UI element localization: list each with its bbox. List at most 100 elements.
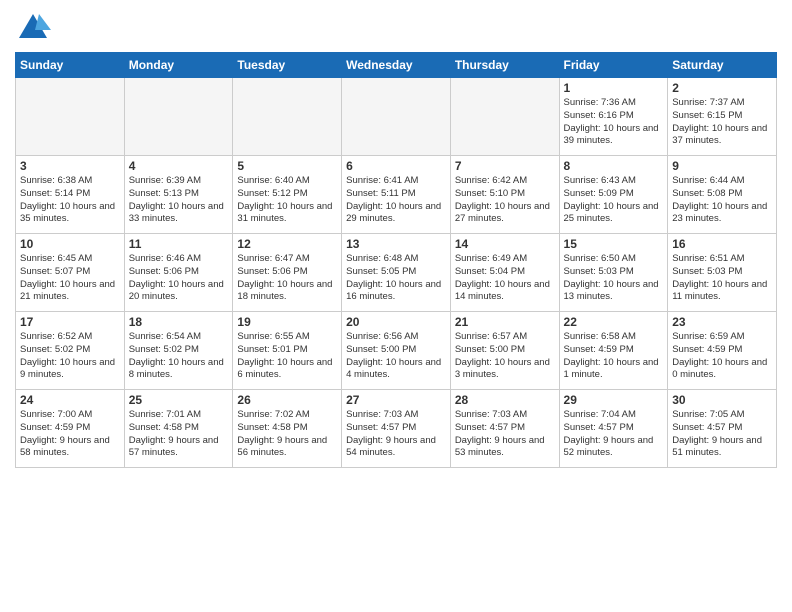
day-info: Sunrise: 6:46 AM Sunset: 5:06 PM Dayligh… (129, 253, 229, 304)
calendar-cell: 3 Sunrise: 6:38 AM Sunset: 5:14 PM Daylig… (16, 156, 125, 234)
calendar-cell: 20 Sunrise: 6:56 AM Sunset: 5:00 PM Dayli… (342, 312, 451, 390)
day-number: 3 (20, 159, 120, 173)
calendar-cell: 29 Sunrise: 7:04 AM Sunset: 4:57 PM Dayli… (559, 390, 668, 468)
calendar-table: SundayMondayTuesdayWednesdayThursdayFrid… (15, 52, 777, 468)
calendar-cell (342, 78, 451, 156)
logo (15, 10, 55, 46)
day-number: 7 (455, 159, 555, 173)
day-info: Sunrise: 6:43 AM Sunset: 5:09 PM Dayligh… (564, 175, 664, 226)
day-info: Sunrise: 6:48 AM Sunset: 5:05 PM Dayligh… (346, 253, 446, 304)
calendar-cell: 19 Sunrise: 6:55 AM Sunset: 5:01 PM Dayli… (233, 312, 342, 390)
day-info: Sunrise: 6:59 AM Sunset: 4:59 PM Dayligh… (672, 331, 772, 382)
day-info: Sunrise: 6:51 AM Sunset: 5:03 PM Dayligh… (672, 253, 772, 304)
day-number: 30 (672, 393, 772, 407)
day-of-week-header: Friday (559, 53, 668, 78)
calendar-cell: 25Sunrise: 7:01 AM Sunset: 4:58 PM Dayli… (124, 390, 233, 468)
day-info: Sunrise: 6:38 AM Sunset: 5:14 PM Dayligh… (20, 175, 120, 226)
calendar-cell: 7Sunrise: 6:42 AM Sunset: 5:10 PM Daylig… (450, 156, 559, 234)
day-info: Sunrise: 7:05 AM Sunset: 4:57 PM Dayligh… (672, 409, 772, 460)
day-info: Sunrise: 7:00 AM Sunset: 4:59 PM Dayligh… (20, 409, 120, 460)
day-info: Sunrise: 7:03 AM Sunset: 4:57 PM Dayligh… (346, 409, 446, 460)
calendar-cell (233, 78, 342, 156)
day-of-week-header: Sunday (16, 53, 125, 78)
calendar-cell: 12 Sunrise: 6:47 AM Sunset: 5:06 PM Dayli… (233, 234, 342, 312)
calendar-cell: 28 Sunrise: 7:03 AM Sunset: 4:57 PM Dayli… (450, 390, 559, 468)
calendar-cell: 4 Sunrise: 6:39 AM Sunset: 5:13 PM Daylig… (124, 156, 233, 234)
day-info: Sunrise: 7:02 AM Sunset: 4:58 PM Dayligh… (237, 409, 337, 460)
day-info: Sunrise: 7:01 AM Sunset: 4:58 PM Dayligh… (129, 409, 229, 460)
calendar-cell: 14 Sunrise: 6:49 AM Sunset: 5:04 PM Dayli… (450, 234, 559, 312)
calendar-cell: 13Sunrise: 6:48 AM Sunset: 5:05 PM Dayli… (342, 234, 451, 312)
day-number: 6 (346, 159, 446, 173)
day-info: Sunrise: 6:45 AM Sunset: 5:07 PM Dayligh… (20, 253, 120, 304)
calendar-header: SundayMondayTuesdayWednesdayThursdayFrid… (16, 53, 777, 78)
logo-icon (15, 10, 51, 46)
day-of-week-header: Tuesday (233, 53, 342, 78)
day-info: Sunrise: 7:04 AM Sunset: 4:57 PM Dayligh… (564, 409, 664, 460)
day-number: 23 (672, 315, 772, 329)
calendar-cell: 2Sunrise: 7:37 AM Sunset: 6:15 PM Daylig… (668, 78, 777, 156)
day-info: Sunrise: 6:57 AM Sunset: 5:00 PM Dayligh… (455, 331, 555, 382)
calendar-cell: 8 Sunrise: 6:43 AM Sunset: 5:09 PM Daylig… (559, 156, 668, 234)
day-number: 24 (20, 393, 120, 407)
day-info: Sunrise: 6:47 AM Sunset: 5:06 PM Dayligh… (237, 253, 337, 304)
calendar-cell: 27 Sunrise: 7:03 AM Sunset: 4:57 PM Dayli… (342, 390, 451, 468)
calendar-cell (124, 78, 233, 156)
day-number: 26 (237, 393, 337, 407)
day-of-week-header: Wednesday (342, 53, 451, 78)
page-header (15, 10, 777, 46)
day-number: 28 (455, 393, 555, 407)
day-of-week-header: Monday (124, 53, 233, 78)
day-info: Sunrise: 6:56 AM Sunset: 5:00 PM Dayligh… (346, 331, 446, 382)
calendar-cell: 16 Sunrise: 6:51 AM Sunset: 5:03 PM Dayli… (668, 234, 777, 312)
day-info: Sunrise: 6:55 AM Sunset: 5:01 PM Dayligh… (237, 331, 337, 382)
calendar-cell: 1 Sunrise: 7:36 AM Sunset: 6:16 PM Daylig… (559, 78, 668, 156)
day-info: Sunrise: 6:50 AM Sunset: 5:03 PM Dayligh… (564, 253, 664, 304)
day-number: 16 (672, 237, 772, 251)
day-number: 19 (237, 315, 337, 329)
day-number: 4 (129, 159, 229, 173)
day-number: 15 (564, 237, 664, 251)
day-info: Sunrise: 6:41 AM Sunset: 5:11 PM Dayligh… (346, 175, 446, 226)
calendar-cell: 18 Sunrise: 6:54 AM Sunset: 5:02 PM Dayli… (124, 312, 233, 390)
day-number: 22 (564, 315, 664, 329)
day-info: Sunrise: 6:58 AM Sunset: 4:59 PM Dayligh… (564, 331, 664, 382)
day-number: 12 (237, 237, 337, 251)
calendar-cell: 30 Sunrise: 7:05 AM Sunset: 4:57 PM Dayli… (668, 390, 777, 468)
calendar-cell: 17 Sunrise: 6:52 AM Sunset: 5:02 PM Dayli… (16, 312, 125, 390)
day-of-week-header: Saturday (668, 53, 777, 78)
day-number: 21 (455, 315, 555, 329)
calendar-cell: 22 Sunrise: 6:58 AM Sunset: 4:59 PM Dayli… (559, 312, 668, 390)
day-number: 10 (20, 237, 120, 251)
day-number: 20 (346, 315, 446, 329)
day-info: Sunrise: 6:54 AM Sunset: 5:02 PM Dayligh… (129, 331, 229, 382)
day-number: 29 (564, 393, 664, 407)
calendar-cell: 11 Sunrise: 6:46 AM Sunset: 5:06 PM Dayli… (124, 234, 233, 312)
calendar-cell: 24 Sunrise: 7:00 AM Sunset: 4:59 PM Dayli… (16, 390, 125, 468)
day-info: Sunrise: 7:03 AM Sunset: 4:57 PM Dayligh… (455, 409, 555, 460)
calendar-cell: 26 Sunrise: 7:02 AM Sunset: 4:58 PM Dayli… (233, 390, 342, 468)
day-number: 27 (346, 393, 446, 407)
calendar-cell (16, 78, 125, 156)
calendar-cell: 9 Sunrise: 6:44 AM Sunset: 5:08 PM Daylig… (668, 156, 777, 234)
day-info: Sunrise: 6:40 AM Sunset: 5:12 PM Dayligh… (237, 175, 337, 226)
calendar-cell: 5Sunrise: 6:40 AM Sunset: 5:12 PM Daylig… (233, 156, 342, 234)
day-number: 14 (455, 237, 555, 251)
day-number: 18 (129, 315, 229, 329)
day-number: 11 (129, 237, 229, 251)
day-number: 17 (20, 315, 120, 329)
calendar-cell (450, 78, 559, 156)
calendar-cell: 10 Sunrise: 6:45 AM Sunset: 5:07 PM Dayli… (16, 234, 125, 312)
day-of-week-header: Thursday (450, 53, 559, 78)
day-info: Sunrise: 7:37 AM Sunset: 6:15 PM Dayligh… (672, 97, 772, 148)
day-number: 1 (564, 81, 664, 95)
day-info: Sunrise: 6:39 AM Sunset: 5:13 PM Dayligh… (129, 175, 229, 226)
calendar-cell: 23 Sunrise: 6:59 AM Sunset: 4:59 PM Dayli… (668, 312, 777, 390)
day-info: Sunrise: 6:44 AM Sunset: 5:08 PM Dayligh… (672, 175, 772, 226)
day-info: Sunrise: 7:36 AM Sunset: 6:16 PM Dayligh… (564, 97, 664, 148)
day-number: 8 (564, 159, 664, 173)
day-info: Sunrise: 6:49 AM Sunset: 5:04 PM Dayligh… (455, 253, 555, 304)
day-info: Sunrise: 6:52 AM Sunset: 5:02 PM Dayligh… (20, 331, 120, 382)
day-number: 9 (672, 159, 772, 173)
calendar-cell: 15 Sunrise: 6:50 AM Sunset: 5:03 PM Dayli… (559, 234, 668, 312)
